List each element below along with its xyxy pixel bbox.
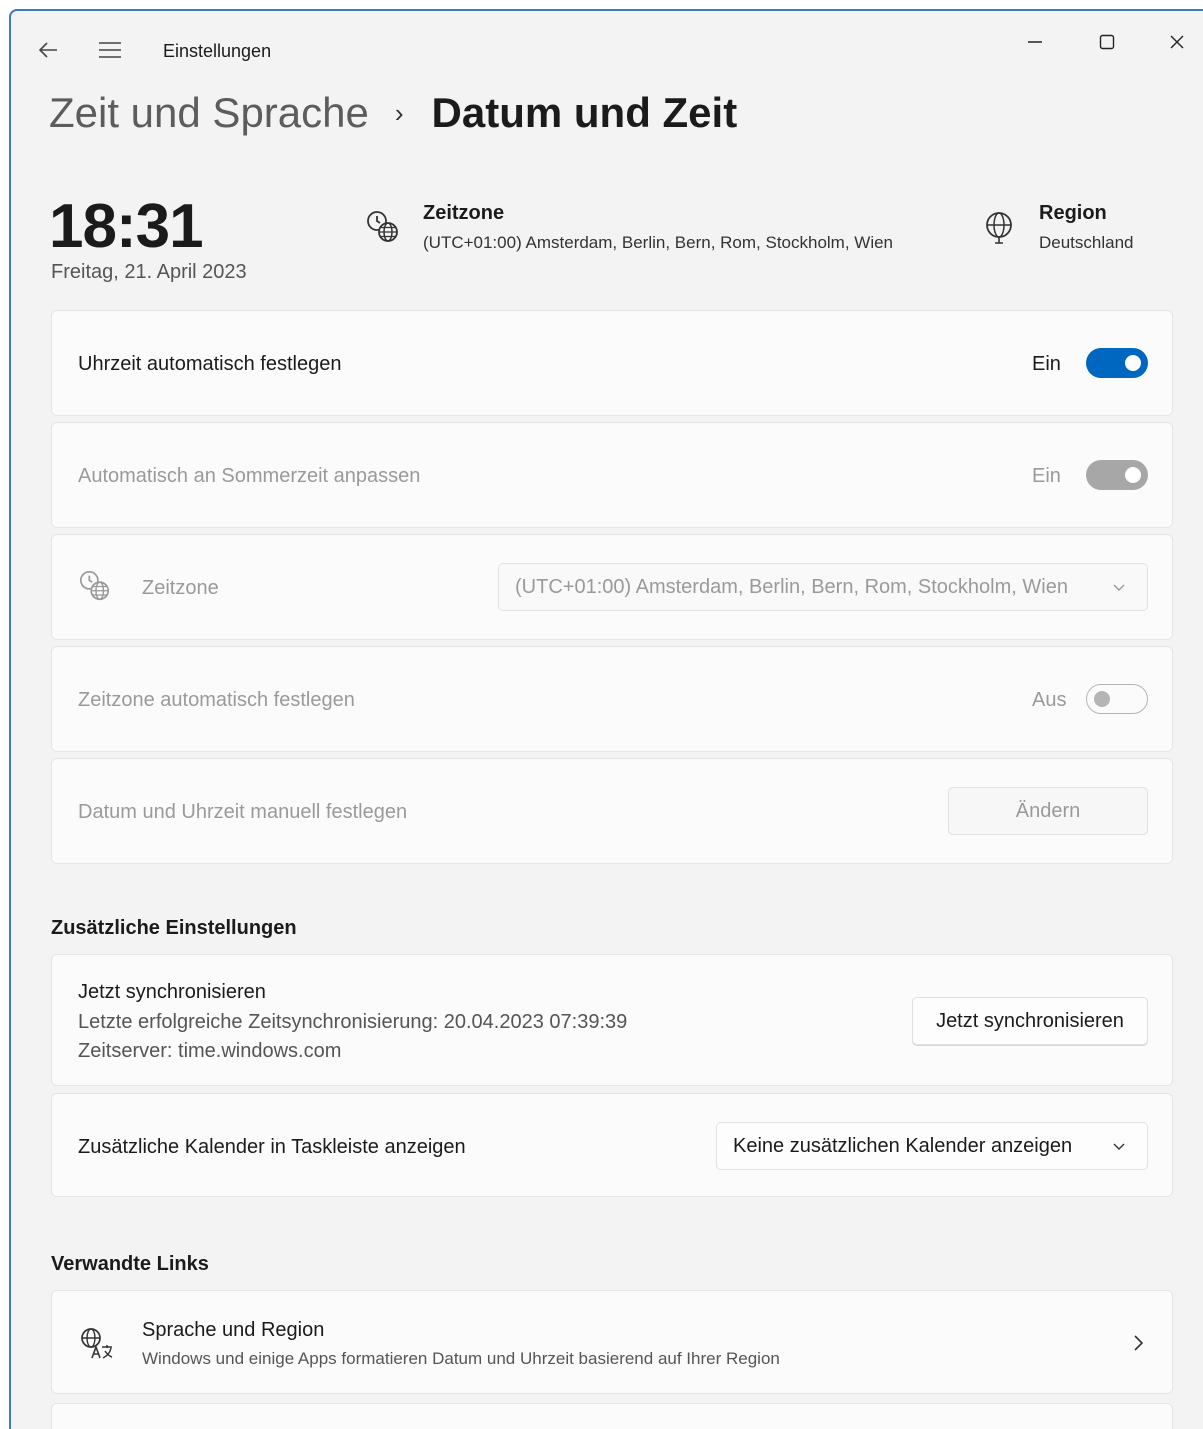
auto-time-state: Ein: [1032, 353, 1061, 375]
auto-dst-state: Ein: [1032, 465, 1061, 487]
card-manual-datetime: Datum und Uhrzeit manuell festlegen Ände…: [51, 758, 1173, 864]
toggle-knob: [1094, 691, 1110, 707]
minimize-icon: [1028, 41, 1042, 43]
timezone-globe-clock-icon: [79, 570, 110, 601]
link-title: Sprache und Region: [142, 1319, 325, 1341]
timezone-dropdown[interactable]: (UTC+01:00) Amsterdam, Berlin, Bern, Rom…: [498, 563, 1148, 611]
link-language-region[interactable]: Sprache und Region Windows und einige Ap…: [51, 1290, 1173, 1394]
auto-dst-label: Automatisch an Sommerzeit anpassen: [78, 465, 421, 487]
chevron-down-icon: [1113, 584, 1125, 591]
card-auto-time: Uhrzeit automatisch festlegen Ein: [51, 310, 1173, 416]
auto-timezone-state: Aus: [1032, 689, 1067, 711]
auto-time-label: Uhrzeit automatisch festlegen: [78, 353, 342, 375]
page-title: Datum und Zeit: [431, 89, 738, 136]
chevron-right-icon: [1134, 1335, 1144, 1351]
auto-dst-toggle[interactable]: [1086, 460, 1148, 490]
chevron-down-icon: [1113, 1143, 1125, 1150]
header-timezone-value: (UTC+01:00) Amsterdam, Berlin, Bern, Rom…: [423, 233, 894, 252]
maximize-button[interactable]: [1087, 27, 1127, 57]
breadcrumb-separator-icon: ›: [394, 97, 404, 128]
minimize-button[interactable]: [1015, 27, 1055, 57]
link-description: Windows und einige Apps formatieren Datu…: [142, 1349, 780, 1368]
last-sync-text: Letzte erfolgreiche Zeitsynchronisierung…: [78, 1011, 628, 1033]
card-auto-dst: Automatisch an Sommerzeit anpassen Ein: [51, 422, 1173, 528]
sync-title: Jetzt synchronisieren: [78, 981, 266, 1003]
settings-window: Einstellungen Zeit und Sprache › Datum u…: [9, 9, 1203, 1429]
manual-datetime-label: Datum und Uhrzeit manuell festlegen: [78, 801, 408, 823]
timezone-label: Zeitzone: [142, 577, 219, 599]
toggle-knob: [1125, 355, 1141, 371]
current-date: Freitag, 21. April 2023: [51, 261, 247, 283]
sync-now-button[interactable]: Jetzt synchronisieren: [912, 997, 1148, 1045]
toggle-knob: [1125, 467, 1141, 483]
maximize-icon: [1099, 34, 1115, 50]
current-time: 18:31: [49, 192, 204, 261]
card-additional-calendars: Zusätzliche Kalender in Taskleiste anzei…: [51, 1093, 1173, 1197]
breadcrumb-parent-link[interactable]: Zeit und Sprache: [49, 89, 369, 137]
back-arrow-icon: [38, 42, 57, 58]
time-server-text: Zeitserver: time.windows.com: [78, 1040, 342, 1062]
title-bar: Einstellungen: [11, 11, 1203, 81]
card-timezone: Zeitzone (UTC+01:00) Amsterdam, Berlin, …: [51, 534, 1173, 640]
additional-calendars-dropdown[interactable]: Keine zusätzlichen Kalender anzeigen: [716, 1122, 1148, 1170]
breadcrumb: Zeit und Sprache › Datum und Zeit: [49, 89, 737, 137]
card-auto-timezone: Zeitzone automatisch festlegen Aus: [51, 646, 1173, 752]
app-title: Einstellungen: [163, 41, 272, 61]
section-title-related: Verwandte Links: [51, 1253, 209, 1275]
navigation-menu-button[interactable]: [95, 35, 125, 65]
close-button[interactable]: [1157, 27, 1197, 57]
auto-time-toggle[interactable]: [1086, 348, 1148, 378]
header-timezone-title: Zeitzone: [423, 202, 505, 224]
change-button[interactable]: Ändern: [948, 787, 1148, 835]
back-button[interactable]: [33, 35, 63, 65]
additional-calendars-value: Keine zusätzlichen Kalender anzeigen: [733, 1134, 1073, 1157]
close-icon: [1170, 35, 1184, 49]
additional-calendars-label: Zusätzliche Kalender in Taskleiste anzei…: [78, 1136, 466, 1158]
region-globe-icon: [986, 212, 1012, 244]
timezone-dropdown-value: (UTC+01:00) Amsterdam, Berlin, Bern, Rom…: [515, 575, 1068, 598]
header-region-title: Region: [1039, 202, 1107, 224]
link-next-partial[interactable]: [51, 1403, 1173, 1429]
language-region-icon: [81, 1328, 113, 1359]
header-region-value: Deutschland: [1039, 233, 1134, 252]
timezone-globe-clock-icon: [367, 211, 398, 242]
section-title-additional: Zusätzliche Einstellungen: [51, 917, 297, 939]
auto-timezone-toggle[interactable]: [1086, 684, 1148, 714]
hamburger-icon: [99, 42, 121, 58]
auto-timezone-label: Zeitzone automatisch festlegen: [78, 689, 355, 711]
card-sync: Jetzt synchronisieren Letzte erfolgreich…: [51, 954, 1173, 1086]
